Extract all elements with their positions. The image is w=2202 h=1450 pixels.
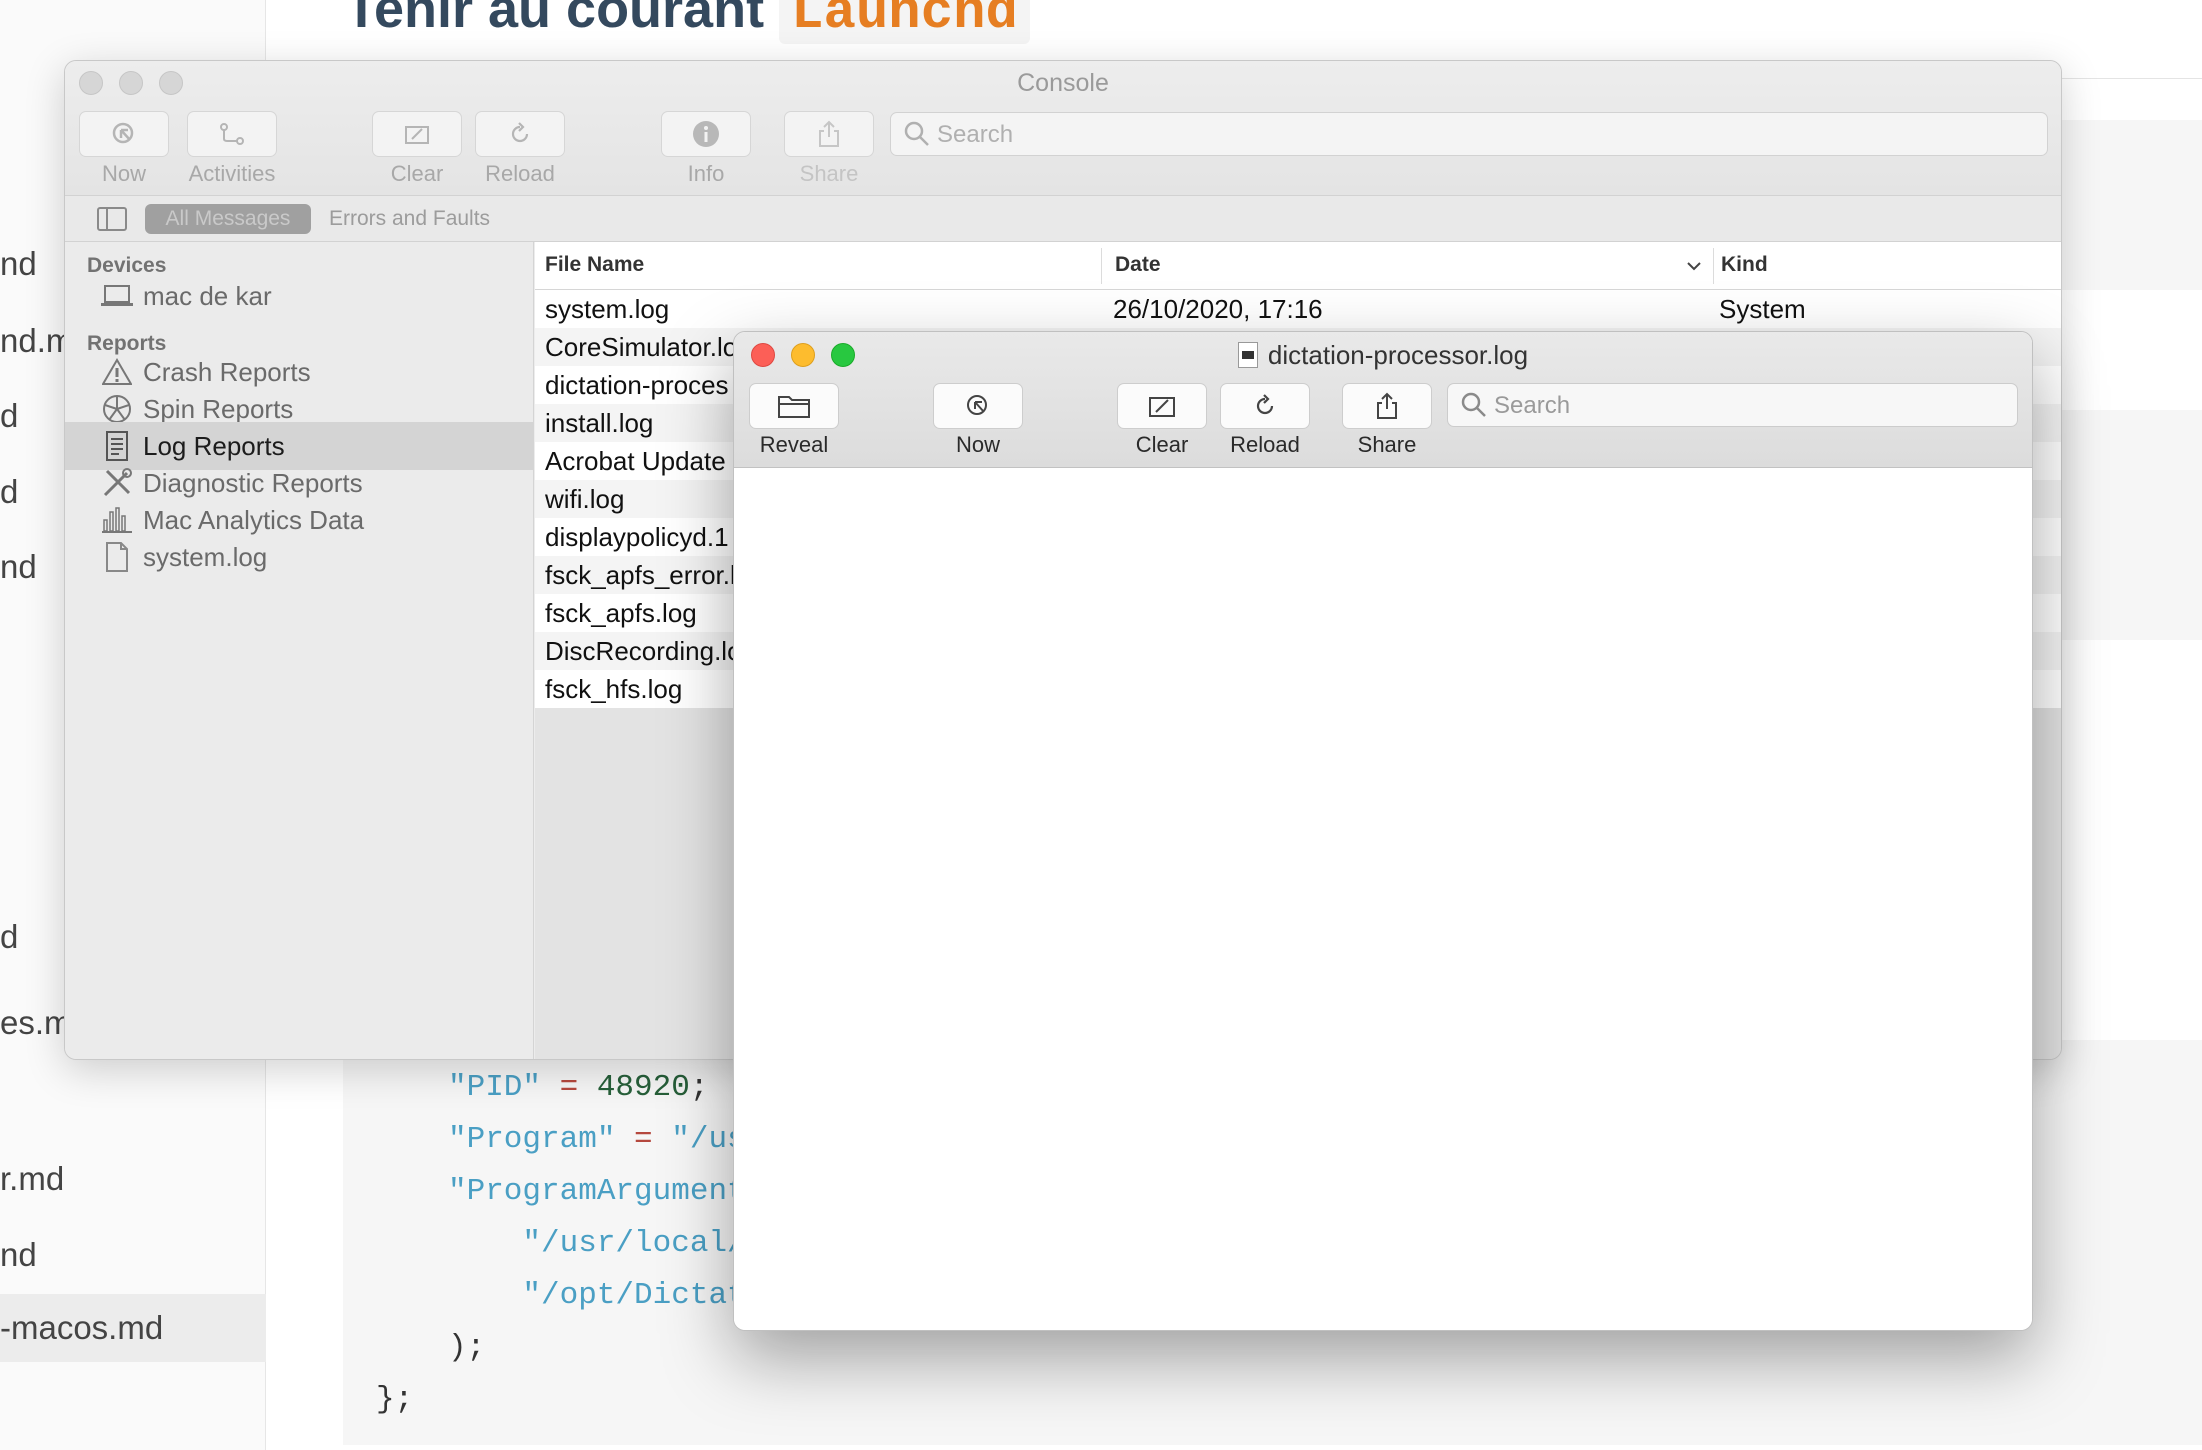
clear-icon: [405, 126, 429, 144]
reload-icon: [511, 122, 529, 143]
column-divider[interactable]: [1713, 248, 1714, 284]
filter-all-messages[interactable]: All Messages: [145, 204, 311, 234]
background-file-item-selected[interactable]: -macos.md: [0, 1294, 266, 1362]
code-line: "/usr/local/: [448, 1226, 746, 1261]
chevron-down-icon[interactable]: [1685, 258, 1703, 274]
heading-code: Launchd: [779, 0, 1030, 44]
document-icon: [99, 539, 135, 575]
share-button[interactable]: [1342, 383, 1432, 429]
log-search-input[interactable]: Search: [1447, 383, 2018, 427]
sidebar-item-label: Crash Reports: [143, 356, 311, 387]
column-date[interactable]: Date: [1115, 253, 1161, 277]
code-line: );: [448, 1330, 486, 1365]
search-placeholder: Search: [937, 121, 1014, 148]
share-icon: [819, 120, 839, 147]
log-file-icon: [1237, 342, 1258, 368]
column-file-name[interactable]: File Name: [545, 253, 644, 277]
crosshair-icon: [112, 122, 134, 144]
background-file-item[interactable]: r.md: [0, 1160, 64, 1198]
sidebar-item-label: Spin Reports: [143, 393, 294, 424]
background-file-item[interactable]: nd.m: [0, 322, 73, 360]
share-icon: [1377, 392, 1397, 419]
info-button[interactable]: [661, 111, 751, 157]
activities-label: Activities: [188, 161, 276, 186]
info-label: Info: [687, 161, 725, 186]
clear-button[interactable]: [372, 111, 462, 157]
sidebar-item-device[interactable]: mac de kar: [65, 272, 534, 320]
share-label: Share: [799, 161, 859, 186]
reveal-label: Reveal: [759, 432, 829, 457]
crosshair-icon: [967, 395, 987, 415]
info-icon: [693, 121, 719, 147]
code-line: "PID" = 48920;: [448, 1070, 709, 1105]
window-title: Console: [1017, 69, 1109, 97]
log-content-area[interactable]: [734, 468, 2032, 1330]
background-file-item[interactable]: nd: [0, 548, 37, 586]
sidebar-item-label: Diagnostic Reports: [143, 467, 363, 498]
folder-icon: [778, 396, 810, 418]
search-icon: [1461, 392, 1486, 417]
sidebar-item-system-log[interactable]: system.log: [65, 533, 534, 581]
share-label: Share: [1357, 432, 1417, 457]
column-kind[interactable]: Kind: [1721, 253, 1768, 277]
clear-label: Clear: [1135, 432, 1189, 457]
activities-button[interactable]: [187, 111, 277, 157]
document-heading: Tenir au courant Launchd: [345, 0, 1030, 44]
sidebar-item-label: Mac Analytics Data: [143, 504, 365, 535]
console-toolbar: Console Now Activities Clear Reload Info…: [65, 61, 2061, 196]
code-line: };: [376, 1382, 414, 1417]
heading-text: Tenir au courant: [345, 0, 765, 39]
activities-icon: [220, 123, 244, 145]
sidebar-item-label: mac de kar: [143, 280, 272, 311]
reload-label: Reload: [1230, 432, 1300, 457]
window-title-text: dictation-processor.log: [1267, 340, 1529, 370]
console-search-input[interactable]: Search: [890, 112, 2048, 156]
laptop-icon: [99, 278, 135, 314]
log-viewer-window: dictation-processor.log Reveal Now Clear…: [733, 331, 2033, 1331]
table-row[interactable]: system.log 26/10/2020, 17:16 System: [535, 290, 2061, 328]
reveal-button[interactable]: [749, 383, 839, 429]
reload-label: Reload: [485, 161, 555, 186]
filter-errors-and-faults[interactable]: Errors and Faults: [329, 204, 490, 234]
background-file-item[interactable]: d: [0, 397, 18, 435]
now-button[interactable]: [79, 111, 169, 157]
now-label: Now: [955, 432, 1000, 457]
code-line: "Program" = "/us: [448, 1122, 746, 1157]
background-file-item[interactable]: nd: [0, 245, 37, 283]
console-sidebar: Devices mac de kar Reports Crash Reports…: [65, 242, 534, 1059]
now-button[interactable]: [933, 383, 1023, 429]
background-file-item[interactable]: d: [0, 473, 18, 511]
search-placeholder: Search: [1494, 392, 1571, 419]
search-icon: [904, 121, 929, 146]
sidebar-item-label: Log Reports: [143, 430, 285, 461]
background-file-item[interactable]: d: [0, 918, 18, 956]
window-title: dictation-processor.log: [734, 340, 2032, 371]
reload-button[interactable]: [1220, 383, 1310, 429]
clear-icon: [1149, 397, 1175, 417]
sidebar-item-label: system.log: [143, 541, 268, 572]
reload-icon: [1256, 394, 1274, 415]
filter-bar: All Messages Errors and Faults: [65, 196, 2061, 242]
background-file-item[interactable]: nd: [0, 1236, 37, 1274]
reload-button[interactable]: [475, 111, 565, 157]
column-divider[interactable]: [1101, 248, 1102, 284]
table-header: File Name Date Kind: [535, 242, 2061, 290]
sidebar-toggle-icon[interactable]: [97, 207, 127, 231]
code-line: "ProgramArgument: [448, 1174, 746, 1209]
code-line: "/opt/Dictat: [448, 1278, 746, 1313]
clear-button[interactable]: [1117, 383, 1207, 429]
share-button[interactable]: [784, 111, 874, 157]
log-toolbar: dictation-processor.log Reveal Now Clear…: [734, 332, 2032, 468]
